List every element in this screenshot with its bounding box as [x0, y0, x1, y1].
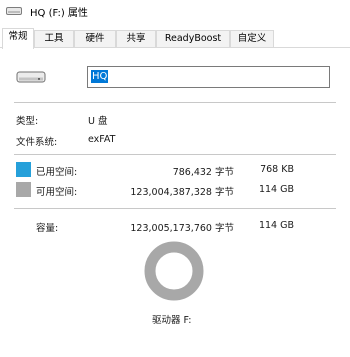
usb-drive-icon — [16, 70, 46, 87]
used-space-size: 768 KB — [260, 164, 294, 175]
tab-tools[interactable]: 工具 — [34, 30, 74, 48]
tab-customize[interactable]: 自定义 — [230, 30, 274, 48]
free-space-bytes: 123,004,387,328 字节 — [130, 187, 234, 198]
used-space-label: 已用空间: — [36, 167, 78, 178]
tab-general[interactable]: 常规 — [2, 28, 34, 49]
filesystem-value: exFAT — [88, 134, 116, 145]
divider — [14, 154, 336, 155]
usage-donut — [144, 241, 204, 301]
capacity-label: 容量: — [36, 223, 59, 234]
tab-readyboost[interactable]: ReadyBoost — [156, 30, 230, 48]
title-bar: HQ (F:) 属性 — [0, 0, 350, 22]
used-space-bytes: 786,432 字节 — [172, 167, 234, 178]
used-space-swatch — [16, 162, 31, 177]
drive-name-value: HQ — [91, 70, 109, 83]
type-label: 类型: — [16, 116, 39, 127]
drive-letter-label: 驱动器 F: — [152, 315, 192, 326]
tab-hardware[interactable]: 硬件 — [74, 30, 116, 48]
general-panel — [0, 47, 350, 357]
divider — [14, 208, 336, 209]
window-title: HQ (F:) 属性 — [30, 8, 88, 19]
free-space-label: 可用空间: — [36, 187, 78, 198]
capacity-size: 114 GB — [258, 220, 294, 231]
free-space-swatch — [16, 182, 31, 197]
donut-free-ring — [144, 241, 204, 301]
capacity-bytes: 123,005,173,760 字节 — [130, 223, 234, 234]
type-value: U 盘 — [88, 116, 108, 127]
divider — [14, 102, 336, 103]
drive-icon — [6, 6, 22, 19]
tab-sharing[interactable]: 共享 — [116, 30, 156, 48]
filesystem-label: 文件系统: — [16, 137, 58, 148]
tab-strip: 常规 工具 硬件 共享 ReadyBoost 自定义 — [0, 28, 350, 49]
free-space-size: 114 GB — [258, 184, 294, 195]
drive-name-input[interactable]: HQ — [87, 66, 330, 88]
